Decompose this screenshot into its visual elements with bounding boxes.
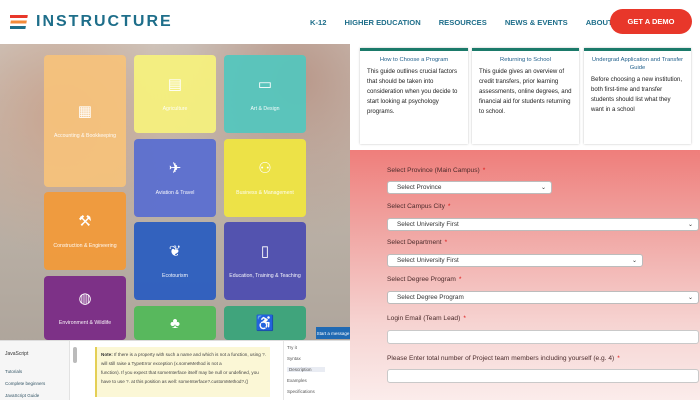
login-email-field[interactable] bbox=[387, 330, 699, 344]
toc-item-selected[interactable]: Description bbox=[287, 367, 325, 372]
doc-scrollbar[interactable] bbox=[73, 347, 77, 363]
degree-program-label: Select Degree Program * bbox=[387, 276, 462, 283]
tile-label: Education, Training & Teaching bbox=[229, 272, 301, 279]
tile-label: Construction & Engineering bbox=[53, 242, 117, 249]
login-email-label: Login Email (Team Lead) * bbox=[387, 315, 466, 322]
note-line: If there is a property with such a name … bbox=[114, 352, 266, 357]
nav-item-higher-education[interactable]: HIGHER EDUCATION bbox=[344, 18, 420, 27]
guide-card-body: Before choosing a new institution, both … bbox=[591, 76, 683, 113]
toc-item[interactable]: Specifications bbox=[287, 389, 315, 394]
doc-overlay: JavaScript Tutorials Complete beginners … bbox=[0, 340, 350, 400]
guide-card-body: This guide gives an overview of credit t… bbox=[479, 68, 572, 115]
doc-sidebar-link[interactable]: Complete beginners bbox=[5, 381, 45, 386]
guide-card-title[interactable]: Undergrad Application and Transfer Guide bbox=[584, 56, 691, 72]
calculator-icon: ▦ bbox=[77, 102, 93, 120]
nav-item-news-events[interactable]: NEWS & EVENTS bbox=[505, 18, 568, 27]
doc-sidebar-link[interactable]: Tutorials bbox=[5, 369, 22, 374]
department-label: Select Department * bbox=[387, 239, 448, 246]
tile-environment-wildlife[interactable]: ◍ Environment & Wildlife bbox=[44, 276, 126, 340]
brand-logo[interactable]: INSTRUCTURE bbox=[10, 13, 173, 31]
tile-label: Agriculture bbox=[162, 105, 188, 112]
tile-art-design[interactable]: ▭ Art & Design bbox=[224, 55, 306, 133]
guide-card-body: This guide outlines crucial factors that… bbox=[367, 68, 458, 115]
tile-education-training[interactable]: ▯ Education, Training & Teaching bbox=[224, 222, 306, 300]
province-select[interactable]: Select Province ⌄ bbox=[387, 181, 552, 194]
team-members-label: Please Enter total number of Project tea… bbox=[387, 355, 620, 362]
get-a-demo-button[interactable]: GET A DEMO bbox=[610, 9, 692, 34]
toc-item[interactable]: Examples bbox=[287, 378, 307, 383]
airplane-icon: ✈ bbox=[168, 159, 182, 177]
chevron-down-icon: ⌄ bbox=[687, 222, 693, 228]
note-line: will still raise a TypeError exception (… bbox=[101, 361, 222, 366]
doc-sidebar: JavaScript Tutorials Complete beginners … bbox=[0, 341, 70, 400]
tile-label: Art & Design bbox=[250, 105, 280, 112]
guide-card[interactable]: Undergrad Application and Transfer Guide… bbox=[584, 48, 691, 144]
tile-ecotourism[interactable]: ❦ Ecotourism bbox=[134, 222, 216, 300]
chevron-down-icon: ⌄ bbox=[540, 185, 546, 191]
globe-icon: ◍ bbox=[78, 289, 92, 307]
guide-card-title[interactable]: Returning to School bbox=[472, 56, 579, 64]
guide-cards: How to Choose a Program This guide outli… bbox=[350, 44, 700, 150]
nav-item-resources[interactable]: RESOURCES bbox=[439, 18, 487, 27]
chevron-down-icon: ⌄ bbox=[631, 258, 637, 264]
registration-form: Select Province (Main Campus) * Select Pr… bbox=[350, 150, 700, 400]
toc-item[interactable]: Try it bbox=[287, 345, 297, 350]
people-chart-icon: ⚇ bbox=[258, 159, 272, 177]
tile-label: Environment & Wildlife bbox=[58, 319, 112, 326]
tile-green[interactable]: ♣ bbox=[134, 306, 216, 340]
tile-teal[interactable]: ♿ bbox=[224, 306, 306, 340]
note-line: function). If you expect that someInterf… bbox=[101, 370, 259, 375]
phone-person-icon: ▯ bbox=[260, 242, 270, 260]
degree-program-select[interactable]: Select Degree Program ⌄ bbox=[387, 291, 699, 304]
tile-agriculture[interactable]: ▤ Agriculture bbox=[134, 55, 216, 133]
tile-label: Ecotourism bbox=[162, 272, 188, 279]
doc-sidebar-link[interactable]: JavaScript Guide bbox=[5, 393, 39, 398]
chevron-down-icon: ⌄ bbox=[687, 295, 693, 301]
province-label: Select Province (Main Campus) * bbox=[387, 167, 486, 174]
team-members-field[interactable] bbox=[387, 369, 699, 383]
toc-item[interactable]: Syntax bbox=[287, 356, 301, 361]
guide-card-title[interactable]: How to Choose a Program bbox=[360, 56, 468, 64]
leaf-icon: ❦ bbox=[168, 242, 182, 260]
doc-toc: Try it Syntax Description Examples Speci… bbox=[283, 341, 328, 400]
tile-business-management[interactable]: ⚇ Business & Management bbox=[224, 139, 306, 217]
tile-label: Aviation & Travel bbox=[155, 189, 195, 196]
note-line: have to use ?. at this position as well:… bbox=[101, 379, 249, 384]
instructure-logo-icon bbox=[10, 15, 28, 29]
tile-construction-engineering[interactable]: ⚒ Construction & Engineering bbox=[44, 192, 126, 270]
department-select[interactable]: Select University First ⌄ bbox=[387, 254, 643, 267]
tile-aviation-travel[interactable]: ✈ Aviation & Travel bbox=[134, 139, 216, 217]
tile-label: Business & Management bbox=[236, 189, 294, 196]
monitor-icon: ▭ bbox=[257, 75, 273, 93]
nav-item-k12[interactable]: K-12 bbox=[310, 18, 326, 27]
site-header: INSTRUCTURE K-12 HIGHER EDUCATION RESOUR… bbox=[0, 0, 700, 44]
campus-city-label: Select Campus City * bbox=[387, 203, 451, 210]
doc-sidebar-title: JavaScript bbox=[5, 351, 29, 357]
tile-accounting[interactable]: ▦ Accounting & Bookkeeping bbox=[44, 55, 126, 187]
person-icon: ♿ bbox=[255, 314, 275, 332]
guide-card[interactable]: How to Choose a Program This guide outli… bbox=[360, 48, 468, 144]
worker-icon: ⚒ bbox=[78, 212, 92, 230]
campus-city-select[interactable]: Select University First ⌄ bbox=[387, 218, 699, 231]
page: INSTRUCTURE K-12 HIGHER EDUCATION RESOUR… bbox=[0, 0, 700, 400]
start-message-button[interactable]: Start a message bbox=[316, 327, 350, 339]
guide-card[interactable]: Returning to School This guide gives an … bbox=[472, 48, 579, 144]
doc-note: Note: If there is a property with such a… bbox=[95, 347, 270, 397]
tile-label: Accounting & Bookkeeping bbox=[53, 132, 116, 139]
note-label: Note: bbox=[101, 352, 113, 357]
brand-name: INSTRUCTURE bbox=[36, 13, 173, 30]
main-nav: K-12 HIGHER EDUCATION RESOURCES NEWS & E… bbox=[310, 0, 643, 44]
document-icon: ▤ bbox=[167, 75, 183, 93]
plant-icon: ♣ bbox=[170, 314, 180, 332]
